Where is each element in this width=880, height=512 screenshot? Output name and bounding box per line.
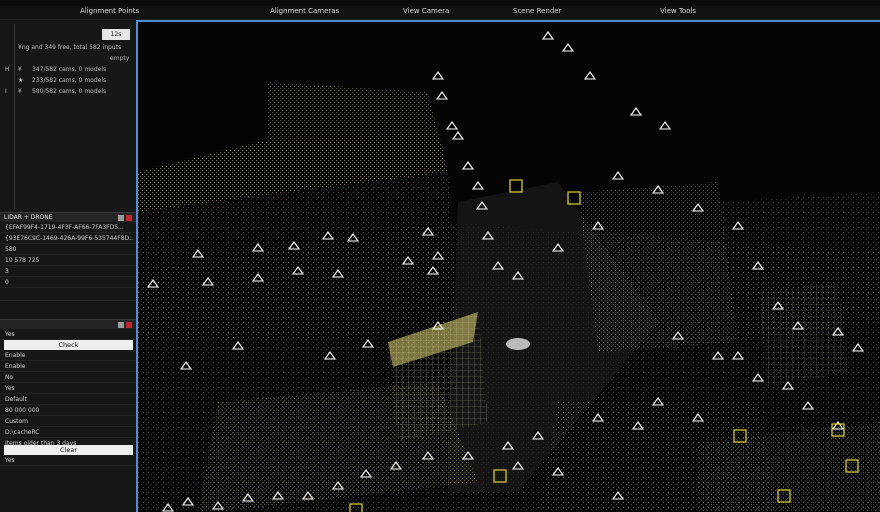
panel-divider [0, 300, 136, 301]
row-key: I [5, 88, 7, 95]
component-row[interactable]: ★ 233/582 cams, 0 models [0, 77, 136, 87]
check-button[interactable]: Check [4, 340, 133, 350]
component-summary: 12s ¥ng and 349 free, total 582 inputs e… [0, 24, 136, 210]
menu-alignment-points[interactable]: Alignment Points [80, 7, 139, 15]
property-value: 580 [5, 246, 17, 253]
camera-frustum-icon[interactable] [629, 107, 643, 116]
property-value: 0 [5, 279, 9, 286]
group-panel-header: LIDAR + DRONE [0, 212, 136, 222]
camera-frustum-icon[interactable] [561, 43, 575, 52]
setting-value: Custom [5, 418, 28, 425]
duration-button[interactable]: 12s [102, 29, 130, 40]
property-row[interactable]: 0 [0, 278, 136, 288]
setting-value: Yes [5, 331, 15, 338]
property-value: 10 578 725 [5, 257, 40, 264]
inputs-summary-text: ¥ng and 349 free, total 582 inputs [18, 44, 122, 51]
ribbon-top-strip [0, 0, 880, 6]
property-value: {EFAF99F4-1719-4F3F-AF66-7FA3FD5... [5, 224, 124, 231]
menu-alignment-cameras[interactable]: Alignment Cameras [270, 7, 339, 15]
setting-value: No [5, 374, 14, 381]
camera-frustum-icon[interactable] [451, 131, 465, 140]
settings-panel-header [0, 319, 136, 329]
setting-value: Enable [5, 363, 26, 370]
component-row[interactable]: I ¥ 580/582 cams, 0 models [0, 88, 136, 98]
camera-frustum-icon[interactable] [435, 91, 449, 100]
setting-value: D:\cacheRC [5, 429, 40, 436]
pin-icon[interactable] [118, 322, 124, 328]
left-panel: 12s ¥ng and 349 free, total 582 inputs e… [0, 20, 136, 512]
row-key: H [5, 66, 10, 73]
3d-viewport[interactable] [136, 20, 880, 512]
setting-row[interactable]: Yes [0, 330, 136, 340]
camera-frustum-icon[interactable] [611, 171, 625, 180]
close-icon[interactable] [126, 215, 132, 221]
setting-row[interactable]: No [0, 373, 136, 383]
component-stats: 347/582 cams, 0 models [32, 66, 107, 73]
top-ribbon: Alignment Points Alignment Cameras View … [0, 0, 880, 20]
setting-value: Yes [5, 457, 15, 464]
setting-row[interactable]: Default [0, 395, 136, 405]
camera-frustum-icon[interactable] [445, 121, 459, 130]
property-value: {93E76C9C-1469-426A-99F6-535744F8D... [5, 235, 133, 242]
point-cloud-scene[interactable] [138, 22, 880, 512]
camera-frustum-icon[interactable] [658, 121, 672, 130]
street-light [506, 338, 530, 350]
panel-separator [14, 24, 15, 210]
setting-row[interactable]: Enable [0, 362, 136, 372]
pin-icon[interactable] [118, 215, 124, 221]
menu-view-tools[interactable]: View Tools [660, 7, 696, 15]
setting-value: 80 000 000 [5, 407, 40, 414]
close-icon[interactable] [126, 322, 132, 328]
property-row[interactable]: {EFAF99F4-1719-4F3F-AF66-7FA3FD5... [0, 223, 136, 233]
property-row[interactable]: 3 [0, 267, 136, 277]
building-block [268, 82, 438, 142]
component-row[interactable]: H ¥ 347/582 cams, 0 models [0, 66, 136, 76]
component-icon: ¥ [18, 66, 22, 73]
property-row[interactable]: {93E76C9C-1469-426A-99F6-535744F8D... [0, 234, 136, 244]
setting-row[interactable]: D:\cacheRC [0, 428, 136, 438]
setting-value: Yes [5, 385, 15, 392]
setting-value: Default [5, 396, 27, 403]
setting-row[interactable]: Yes [0, 384, 136, 394]
property-row[interactable]: 10 578 725 [0, 256, 136, 266]
component-stats: 580/582 cams, 0 models [32, 88, 107, 95]
empty-label: empty [110, 55, 130, 62]
menu-view-camera[interactable]: View Camera [403, 7, 449, 15]
setting-row[interactable]: 80 000 000 [0, 406, 136, 416]
camera-frustum-icon[interactable] [541, 31, 555, 40]
camera-frustum-icon[interactable] [583, 71, 597, 80]
component-icon: ¥ [18, 88, 22, 95]
setting-row[interactable]: Yes [0, 456, 136, 466]
clear-button[interactable]: Clear [4, 445, 133, 455]
property-row[interactable]: 580 [0, 245, 136, 255]
menu-scene-render[interactable]: Scene Render [513, 7, 562, 15]
camera-frustum-icon[interactable] [431, 71, 445, 80]
setting-row[interactable]: Custom [0, 417, 136, 427]
component-icon: ★ [18, 77, 24, 84]
building-block [578, 182, 738, 352]
setting-row[interactable]: Enable [0, 351, 136, 361]
setting-value: Enable [5, 352, 26, 359]
group-panel-title: LIDAR + DRONE [4, 214, 53, 221]
component-stats: 233/582 cams, 0 models [32, 77, 107, 84]
property-value: 3 [5, 268, 9, 275]
camera-frustum-icon[interactable] [461, 161, 475, 170]
camera-frustum-icon[interactable] [471, 181, 485, 190]
